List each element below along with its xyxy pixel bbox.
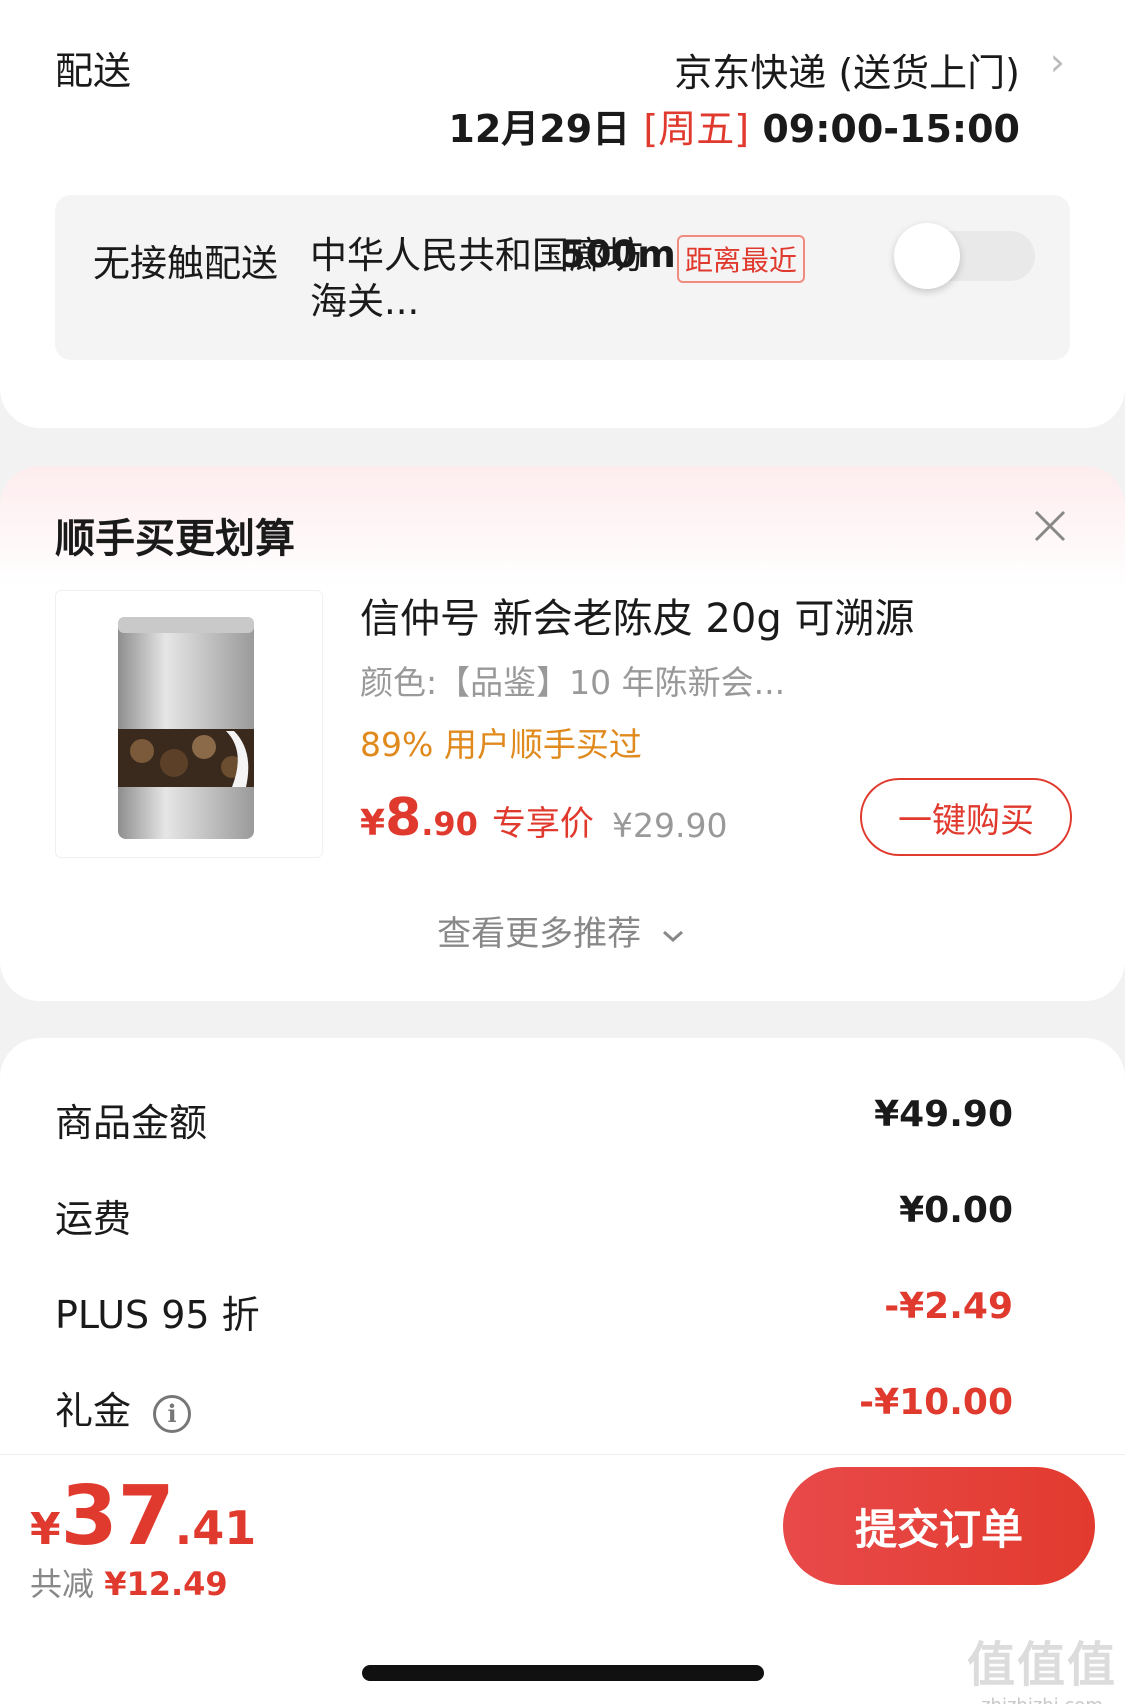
watermark: 值值值 zhizhizhi.com [967, 1625, 1117, 1704]
upsell-title: 顺手买更划算 [55, 516, 295, 562]
nearest-badge: 距离最近 [677, 235, 806, 283]
row-value-gift-money: -¥10.00 [859, 1382, 1013, 1423]
row-label-plus-discount: PLUS 95 折 [55, 1293, 260, 1337]
submit-order-button[interactable]: 提交订单 [783, 1467, 1095, 1585]
row-value-plus-discount: -¥2.49 [884, 1286, 1013, 1327]
price-decimal: .90 [421, 805, 478, 843]
toggle-knob [894, 223, 960, 289]
original-price: ¥29.90 [612, 806, 728, 845]
total-integer: 37 [60, 1469, 175, 1564]
price-tag: 专享价 [491, 804, 594, 844]
home-indicator[interactable] [362, 1665, 764, 1681]
info-icon[interactable]: i [153, 1394, 192, 1433]
product-spec: 颜色:【品鉴】10 年陈新会... [360, 663, 786, 702]
more-recommendations-link[interactable]: 查看更多推荐 [0, 906, 1125, 955]
delivery-label: 配送 [55, 49, 132, 93]
row-value-shipping: ¥0.00 [899, 1190, 1013, 1231]
product-package-image [118, 617, 254, 839]
saved-amount: ¥12.49 [104, 1565, 228, 1603]
contactless-distance: 500m [560, 233, 676, 276]
product-image[interactable] [55, 590, 323, 858]
delivery-time-range: 09:00-15:00 [762, 107, 1020, 151]
price-currency: ¥ [360, 803, 386, 844]
delivery-card: 配送 京东快递 (送货上门) › 12月29日 [周五] 09:00-15:00… [0, 0, 1125, 428]
close-icon[interactable] [1030, 506, 1070, 546]
delivery-time[interactable]: 12月29日 [周五] 09:00-15:00 [448, 98, 1020, 153]
checkout-bar: ¥37.41 共减 ¥12.49 提交订单 值值值 zhizhizhi.com [0, 1454, 1125, 1704]
row-label-goods-amount: 商品金额 [55, 1101, 208, 1145]
chevron-down-icon [662, 930, 683, 942]
product-name[interactable]: 信仲号 新会老陈皮 20g 可溯源 [360, 586, 914, 644]
chevron-right-icon[interactable]: › [1050, 40, 1065, 84]
price-detail-card: 商品金额 ¥49.90 运费 ¥0.00 PLUS 95 折 -¥2.49 礼金… [0, 1038, 1125, 1458]
total-currency: ¥ [30, 1504, 61, 1555]
watermark-site: zhizhizhi.com [967, 1695, 1117, 1704]
product-price: ¥8.90 专享价 [360, 788, 594, 848]
saved-label: 共减 [30, 1565, 95, 1603]
upsell-card: 顺手买更划算 信仲号 新会老陈皮 20g 可溯源 颜色:【品鉴】10 年陈新会.… [0, 466, 1125, 1001]
total-saved[interactable]: 共减 ¥12.49 [30, 1559, 228, 1605]
row-value-goods-amount: ¥49.90 [874, 1094, 1013, 1135]
delivery-date: 12月29日 [448, 107, 631, 151]
product-buyers-rate: 89% 用户顺手买过 [360, 725, 642, 764]
row-label-gift-money: 礼金 i [55, 1380, 192, 1435]
one-click-buy-button[interactable]: 一键购买 [860, 778, 1072, 856]
contactless-toggle[interactable] [894, 223, 1035, 289]
delivery-method[interactable]: 京东快递 (送货上门) [674, 42, 1020, 97]
delivery-weekday: [周五] [643, 107, 750, 151]
contactless-delivery-panel: 无接触配送 中华人民共和国廊坊海关... 500m 距离最近 [55, 195, 1070, 360]
price-integer: 8 [385, 788, 422, 848]
total-price: ¥37.41 [30, 1469, 256, 1564]
row-label-shipping: 运费 [55, 1197, 132, 1241]
watermark-logo: 值值值 [966, 1637, 1117, 1693]
more-recommendations-label: 查看更多推荐 [437, 914, 642, 954]
gift-money-label: 礼金 [55, 1389, 132, 1433]
contactless-label: 无接触配送 [93, 242, 278, 285]
total-decimal: .41 [174, 1501, 257, 1555]
